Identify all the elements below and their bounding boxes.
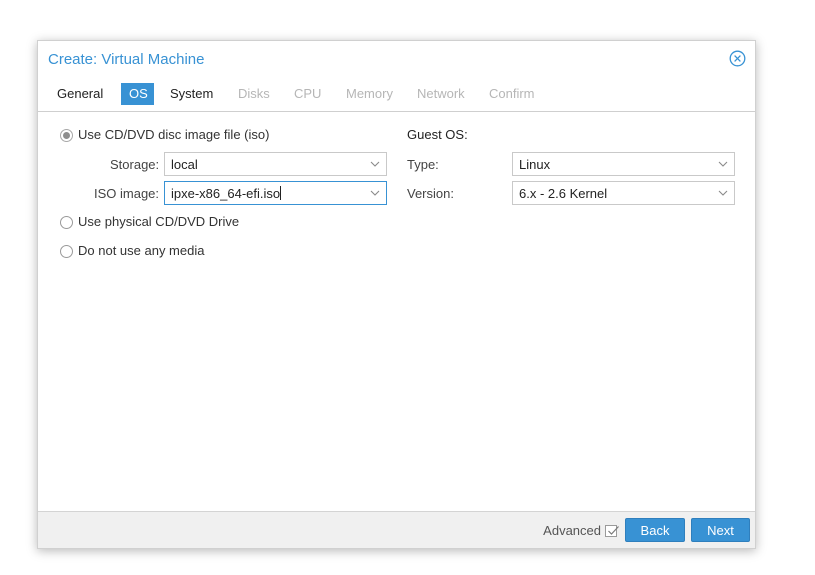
dialog-title: Create: Virtual Machine (48, 51, 205, 68)
radio-use-physical-drive-label: Use physical CD/DVD Drive (78, 214, 240, 229)
tab-general[interactable]: General (49, 83, 111, 105)
radio-no-media[interactable]: Do not use any media (60, 242, 204, 260)
radio-checked-icon (60, 129, 73, 142)
radio-use-physical-drive[interactable]: Use physical CD/DVD Drive (60, 213, 239, 231)
iso-image-label: ISO image: (94, 186, 160, 201)
chevron-down-icon[interactable] (370, 188, 380, 198)
iso-image-value: ipxe-x86_64-efi.iso (171, 186, 282, 201)
radio-no-media-label: Do not use any media (78, 243, 205, 258)
back-button[interactable]: Back (625, 518, 685, 542)
checkmark-icon (608, 526, 619, 535)
radio-unchecked-icon (60, 216, 73, 229)
advanced-toggle[interactable]: Advanced (543, 523, 619, 538)
radio-use-iso-label: Use CD/DVD disc image file (iso) (78, 127, 270, 142)
radio-unchecked-icon (60, 245, 73, 258)
chevron-down-icon[interactable] (718, 159, 728, 169)
text-cursor (280, 186, 282, 200)
chevron-down-icon[interactable] (370, 159, 380, 169)
os-version-select[interactable]: 6.x - 2.6 Kernel (512, 181, 735, 205)
iso-image-select[interactable]: ipxe-x86_64-efi.iso (164, 181, 387, 205)
iso-image-text: ipxe-x86_64-efi.iso (171, 186, 281, 201)
next-button[interactable]: Next (691, 518, 750, 542)
radio-use-iso[interactable]: Use CD/DVD disc image file (iso) (60, 126, 269, 144)
tab-cpu: CPU (294, 86, 322, 101)
os-type-value: Linux (519, 157, 551, 172)
advanced-checkbox[interactable] (605, 525, 619, 537)
storage-select[interactable]: local (164, 152, 387, 176)
tab-system[interactable]: System (162, 83, 221, 105)
advanced-label: Advanced (543, 523, 601, 538)
guest-os-heading: Guest OS: (407, 127, 468, 142)
storage-value: local (171, 157, 198, 172)
dialog-titlebar: Create: Virtual Machine (38, 41, 755, 77)
os-type-select[interactable]: Linux (512, 152, 735, 176)
dialog-footer: Advanced Back Next (38, 511, 755, 548)
os-panel: Use CD/DVD disc image file (iso) Storage… (38, 112, 755, 512)
wizard-tab-bar: General OS System Disks CPU Memory Netwo… (38, 79, 755, 112)
version-label: Version: (407, 186, 454, 201)
tab-network: Network (417, 86, 465, 101)
tab-memory: Memory (346, 86, 393, 101)
tab-confirm: Confirm (489, 86, 535, 101)
chevron-down-icon[interactable] (718, 188, 728, 198)
close-circle-icon[interactable] (729, 50, 746, 67)
type-label: Type: (407, 157, 439, 172)
create-vm-dialog: Create: Virtual Machine General OS Syste… (37, 40, 756, 549)
tab-os[interactable]: OS (121, 83, 154, 105)
storage-label: Storage: (110, 157, 160, 172)
os-version-value: 6.x - 2.6 Kernel (519, 186, 608, 201)
tab-disks: Disks (238, 86, 270, 101)
